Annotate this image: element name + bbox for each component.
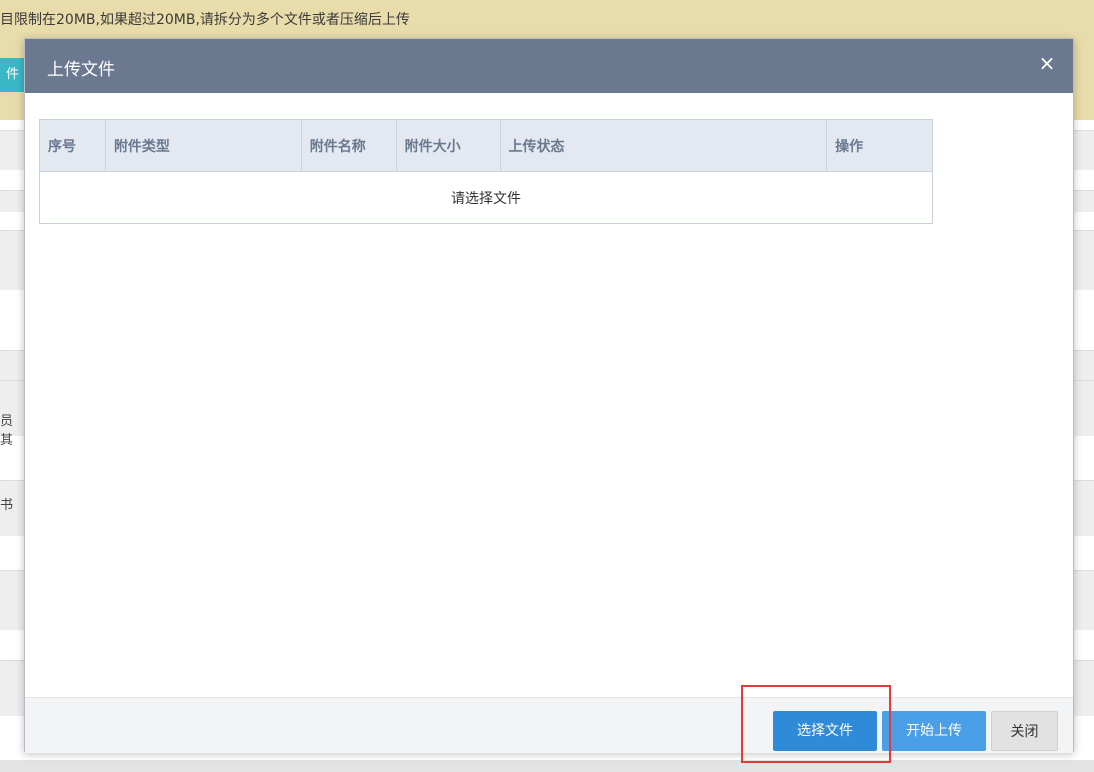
upload-dialog: 上传文件 × 序号 附件类型 附件名称 附件大小 上传状态 操作 请选择文件 选… — [24, 38, 1074, 753]
column-header-size: 附件大小 — [395, 119, 501, 172]
background-tab-label: 件 — [6, 67, 20, 82]
background-side-label: 员其 — [0, 414, 14, 448]
background-bottom-bar — [0, 760, 1094, 772]
column-header-status: 上传状态 — [499, 119, 828, 172]
table-row: 请选择文件 — [39, 171, 933, 224]
empty-placeholder: 请选择文件 — [39, 171, 933, 224]
close-button[interactable]: 关闭 — [991, 711, 1058, 751]
column-header-type: 附件类型 — [104, 119, 302, 172]
dialog-footer: 选择文件 开始上传 关闭 — [25, 697, 1073, 753]
close-icon[interactable]: × — [1035, 51, 1059, 75]
background-side-label: 书 — [0, 498, 14, 513]
background-tab[interactable]: 件 — [0, 58, 26, 92]
select-file-button[interactable]: 选择文件 — [773, 711, 877, 751]
notice-text: 目限制在20MB,如果超过20MB,请拆分为多个文件或者压缩后上传 — [0, 12, 410, 28]
column-header-index: 序号 — [39, 119, 106, 172]
dialog-title: 上传文件 — [47, 60, 115, 80]
start-upload-button[interactable]: 开始上传 — [882, 711, 986, 751]
file-table: 序号 附件类型 附件名称 附件大小 上传状态 操作 请选择文件 — [39, 119, 933, 224]
column-header-actions: 操作 — [826, 119, 933, 172]
dialog-header: 上传文件 × — [25, 39, 1073, 93]
column-header-name: 附件名称 — [300, 119, 397, 172]
table-header-row: 序号 附件类型 附件名称 附件大小 上传状态 操作 — [39, 119, 933, 172]
